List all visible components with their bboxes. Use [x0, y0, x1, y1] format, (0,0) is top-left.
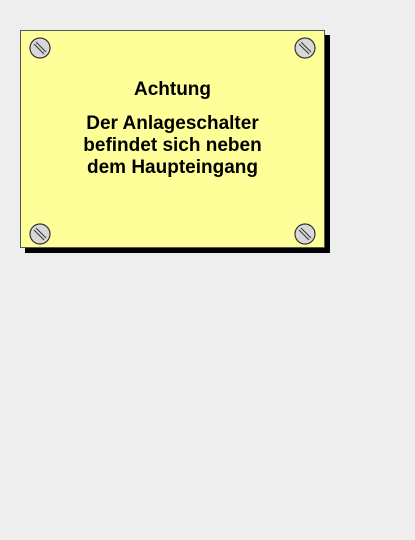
sign-line: dem Haupteingang	[86, 157, 258, 178]
sign-line: Der Anlageschalter	[86, 113, 259, 134]
sign-line: befindet sich neben	[83, 135, 262, 156]
sign-title: Achtung	[133, 79, 212, 100]
page: Achtung Der Anlageschalter befindet sich…	[0, 0, 415, 540]
warning-sign: Achtung Der Anlageschalter befindet sich…	[20, 30, 325, 248]
screw-icon	[29, 223, 51, 245]
sign-text: Achtung Der Anlageschalter befindet sich…	[21, 79, 324, 179]
screw-icon	[294, 223, 316, 245]
screw-icon	[294, 37, 316, 59]
screw-icon	[29, 37, 51, 59]
